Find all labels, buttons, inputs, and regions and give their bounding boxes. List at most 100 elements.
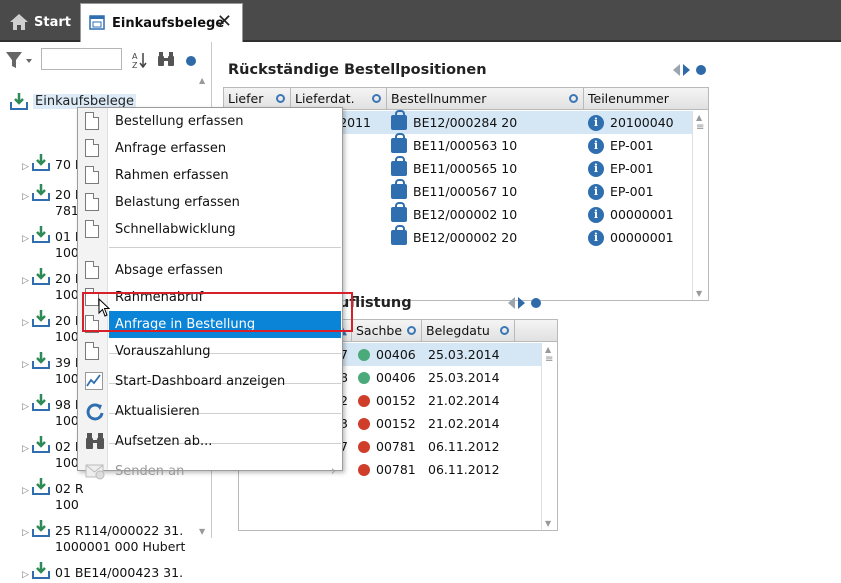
info-icon: i — [588, 137, 604, 154]
menu-item-absage-erfassen[interactable]: Absage erfassen — [78, 257, 342, 284]
cell-belegdatum: 21.02.2014 — [428, 416, 500, 431]
panel-menu-dot[interactable] — [531, 298, 541, 308]
menu-item-anfrage-erfassen[interactable]: Anfrage erfassen — [78, 135, 342, 162]
cell-sachbe: 00781 — [376, 462, 416, 477]
menu-item-rahmen-erfassen[interactable]: Rahmen erfassen — [78, 162, 342, 189]
download-tray-icon — [10, 93, 28, 110]
tab-einkaufsbelege[interactable]: Einkaufsbelege ✕ — [80, 3, 243, 42]
expand-arrow-icon[interactable]: ▷ — [22, 483, 29, 499]
shopping-bag-icon — [391, 156, 407, 176]
close-tab-icon[interactable]: ✕ — [217, 13, 232, 31]
expand-arrow-icon[interactable]: ▷ — [22, 399, 29, 415]
cell-belegdatum: 25.03.2014 — [428, 347, 500, 362]
cell-teilenummer: EP-001 — [610, 138, 654, 153]
cell-bestellnummer: BE11/000563 10 — [413, 138, 518, 153]
context-menu: Bestellung erfassen Anfrage erfassen Rahme… — [77, 107, 343, 480]
filter-input[interactable] — [41, 48, 122, 70]
download-tray-icon — [32, 562, 50, 579]
expand-arrow-icon[interactable]: ▷ — [22, 273, 29, 289]
menu-item-bestellung-erfassen[interactable]: Bestellung erfassen — [78, 108, 342, 135]
panel2-nav — [508, 297, 541, 309]
sort-icon[interactable]: AZ — [132, 51, 148, 69]
column-header-bestellnummer[interactable]: Bestellnummer — [387, 88, 584, 110]
binoculars-icon[interactable] — [157, 51, 175, 67]
menu-item-label: Start-Dashboard anzeigen — [115, 374, 286, 389]
cell-bestellnummer: BE12/000002 20 — [413, 230, 518, 245]
expand-arrow-icon[interactable]: ▷ — [22, 231, 29, 247]
menu-item-label: Bestellung erfassen — [115, 114, 244, 129]
download-tray-icon — [32, 352, 50, 369]
document-icon — [85, 220, 99, 238]
tab-einkaufsbelege-label: Einkaufsbelege — [112, 15, 225, 31]
menu-item-label: Schnellabwicklung — [115, 222, 236, 237]
next-arrow-icon[interactable] — [518, 297, 525, 309]
status-dot-icon — [358, 349, 370, 361]
tree-item-label: 02 R 100 — [55, 481, 84, 512]
cell-belegdatum: 06.11.2012 — [428, 462, 500, 477]
next-arrow-icon[interactable] — [683, 64, 690, 76]
menu-item-aktualisieren[interactable]: Aktualisieren — [78, 398, 342, 425]
cell-bestellnummer: BE11/000565 10 — [413, 161, 518, 176]
cell-bestellnummer: BE12/000002 10 — [413, 207, 518, 222]
menu-item-vorauszahlung[interactable]: Vorauszahlung — [78, 338, 342, 365]
tab-start[interactable]: Start — [0, 2, 78, 42]
menu-item-label: Aufsetzen ab... — [115, 434, 213, 449]
cell-belegdatum: 06.11.2012 — [428, 439, 500, 454]
menu-separator — [109, 247, 341, 248]
tree-item-label: 25 R114/000022 31. 1000001 000 Hubert — [55, 523, 186, 554]
info-icon: i — [588, 229, 604, 246]
document-icon — [85, 166, 99, 184]
binoculars-icon — [85, 432, 105, 460]
options-dot[interactable] — [186, 56, 196, 66]
panel-menu-dot[interactable] — [696, 65, 706, 75]
chart-icon — [85, 372, 103, 400]
expand-arrow-icon[interactable]: ▷ — [22, 159, 29, 175]
tab-start-label: Start — [34, 14, 71, 30]
download-tray-icon — [32, 520, 50, 537]
shopping-bag-icon — [391, 179, 407, 199]
panel1-nav — [673, 64, 706, 76]
menu-item-start-dashboard-anzeigen[interactable]: Start-Dashboard anzeigen — [78, 368, 342, 395]
tree-item-label: 01 BE14/000423 31. — [55, 565, 184, 580]
expand-arrow-icon[interactable]: ▷ — [22, 357, 29, 373]
prev-arrow-icon[interactable] — [673, 64, 680, 76]
cell-teilenummer: 20100040 — [610, 115, 674, 130]
panel-title-rueckstaendige: Rückständige Bestellpositionen — [228, 62, 487, 78]
column-header-sachbe[interactable]: Sachbe — [352, 320, 422, 342]
cell-sachbe: 00781 — [376, 439, 416, 454]
expand-arrow-icon[interactable]: ▷ — [22, 525, 29, 541]
expand-arrow-icon[interactable]: ▷ — [22, 441, 29, 457]
menu-item-belastung-erfassen[interactable]: Belastung erfassen — [78, 189, 342, 216]
column-header-belegdatum[interactable]: Belegdatu — [422, 320, 515, 342]
menu-item-label: Anfrage erfassen — [115, 141, 227, 156]
expand-arrow-icon[interactable]: ▷ — [22, 189, 29, 205]
shopping-bag-icon — [391, 202, 407, 222]
download-tray-icon — [32, 184, 50, 201]
menu-item-label: Senden an — [115, 464, 185, 479]
grid-scrollbar[interactable]: ▲ ≡ ▼ — [692, 111, 708, 300]
expand-arrow-icon[interactable]: ▷ — [22, 315, 29, 331]
status-dot-icon — [358, 418, 370, 430]
menu-item-schnellabwicklung[interactable]: Schnellabwicklung — [78, 216, 342, 243]
cell-bestellnummer: BE12/000284 20 — [413, 115, 518, 130]
prev-arrow-icon[interactable] — [508, 297, 515, 309]
cell-sachbe: 00152 — [376, 416, 416, 431]
shopping-bag-icon — [391, 133, 407, 153]
cell-belegdatum: 21.02.2014 — [428, 393, 500, 408]
expand-arrow-icon[interactable]: ▷ — [22, 567, 29, 583]
download-tray-icon — [32, 226, 50, 243]
status-dot-icon — [358, 372, 370, 384]
filter-icon[interactable] — [5, 51, 33, 69]
download-tray-icon — [32, 478, 50, 495]
menu-item-label: Vorauszahlung — [115, 344, 211, 359]
status-dot-icon — [358, 395, 370, 407]
cell-sachbe: 00152 — [376, 393, 416, 408]
top-tab-bar: Start Einkaufsbelege ✕ — [0, 0, 841, 42]
menu-item-aufsetzen-ab[interactable]: Aufsetzen ab... — [78, 428, 342, 455]
menu-item-label: Rahmen erfassen — [115, 168, 229, 183]
mail-icon — [85, 462, 105, 490]
cell-belegdatum: 25.03.2014 — [428, 370, 500, 385]
column-header-teilenummer[interactable]: Teilenummer — [584, 88, 694, 110]
grid-scrollbar[interactable]: ▲ ≡ ▼ — [541, 343, 557, 530]
cell-teilenummer: 00000001 — [610, 230, 674, 245]
